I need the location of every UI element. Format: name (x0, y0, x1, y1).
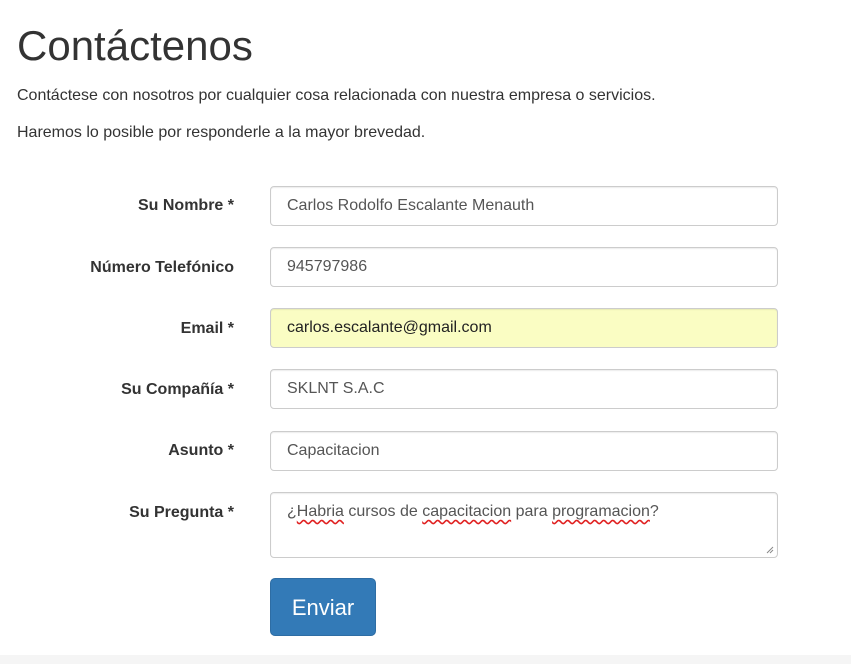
intro-subtext: Haremos lo posible por responderle a la … (17, 124, 426, 141)
question-textarea[interactable]: ¿Habria cursos de capacitacion para prog… (270, 492, 778, 558)
subject-label: Asunto * (168, 442, 234, 459)
company-input[interactable] (270, 369, 778, 409)
company-label: Su Compañía * (121, 381, 234, 398)
page-title: Contáctenos (17, 22, 253, 69)
intro-text: Contáctese con nosotros por cualquier co… (17, 87, 656, 104)
name-label: Su Nombre * (137, 197, 234, 214)
phone-input[interactable] (270, 247, 778, 287)
contact-page: Contáctenos Contáctese con nosotros por … (0, 0, 851, 655)
subject-input[interactable] (270, 431, 778, 471)
email-label: Email * (180, 320, 234, 337)
footer-strip (0, 655, 851, 664)
question-text: ¿Habria cursos de capacitacion para prog… (287, 503, 659, 520)
resize-handle-icon[interactable] (766, 546, 774, 554)
email-input[interactable] (270, 308, 778, 348)
name-input[interactable] (270, 186, 778, 226)
phone-label: Número Telefónico (90, 259, 234, 276)
submit-button[interactable]: Enviar (270, 578, 376, 636)
question-label: Su Pregunta * (129, 504, 234, 521)
